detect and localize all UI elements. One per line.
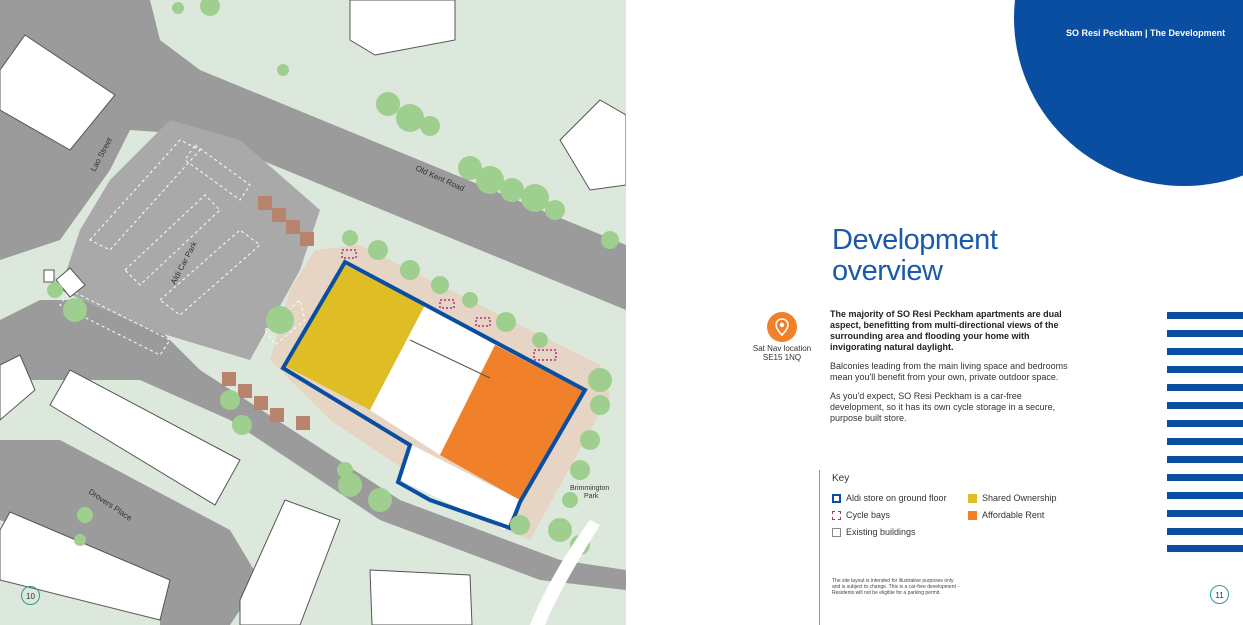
satnav-location: Sat Nav location SE15 1NQ — [752, 344, 812, 362]
affordable-rent-swatch — [968, 510, 977, 520]
key-item-affordable-rent: Affordable Rent — [968, 510, 1044, 520]
intro-paragraph: The majority of SO Resi Peckham apartmen… — [830, 309, 1062, 352]
aldi-swatch — [832, 493, 841, 503]
page-title: Development overview — [832, 224, 998, 287]
existing-buildings-swatch — [832, 527, 841, 537]
section-header: SO Resi Peckham | The Development — [1066, 28, 1226, 38]
key-item-aldi: Aldi store on ground floor — [832, 493, 947, 503]
balconies-paragraph: Balconies leading from the main living s… — [830, 361, 1068, 382]
key-item-cycle-bays: Cycle bays — [832, 510, 890, 520]
key-item-existing-buildings: Existing buildings — [832, 527, 916, 537]
site-map: Lao Street Old Kent Road Aldi Car Park D… — [0, 0, 626, 625]
decorative-stripes — [1167, 308, 1243, 552]
key-divider — [819, 470, 820, 625]
location-pin-icon — [767, 312, 797, 342]
page-number-right: 11 — [1210, 585, 1229, 604]
brochure-spread: Lao Street Old Kent Road Aldi Car Park D… — [0, 0, 1243, 625]
right-page: SO Resi Peckham | The Development Develo… — [626, 0, 1243, 625]
carfree-paragraph: As you'd expect, SO Resi Peckham is a ca… — [830, 391, 1056, 423]
cycle-bays-swatch — [832, 510, 841, 520]
shared-ownership-swatch — [968, 493, 977, 503]
key-title: Key — [832, 473, 850, 484]
page-number-left: 10 — [21, 586, 40, 605]
disclaimer: The site layout is intended for illustra… — [832, 578, 959, 596]
body-copy: The majority of SO Resi Peckham apartmen… — [830, 309, 1070, 432]
site-map-drawing: Lao Street Old Kent Road Aldi Car Park D… — [0, 0, 626, 625]
key-item-shared-ownership: Shared Ownership — [968, 493, 1057, 503]
